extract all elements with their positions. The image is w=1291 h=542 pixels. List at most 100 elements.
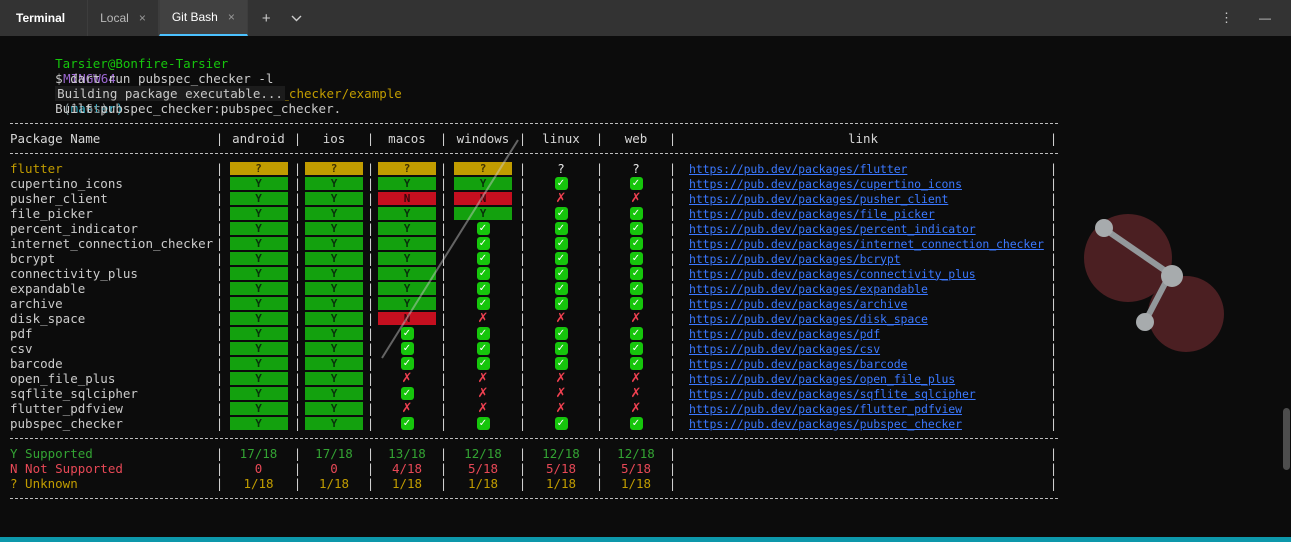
package-link[interactable]: https://pub.dev/packages/connectivity_pl… bbox=[689, 267, 976, 281]
status-yes-icon: Y bbox=[229, 192, 288, 205]
column-divider: | bbox=[668, 236, 677, 251]
table-row: file_picker | Y | Y | Y | Y | ✓ | ✓ | https://pub.dev/… bbox=[10, 206, 1070, 221]
close-icon[interactable]: × bbox=[228, 11, 235, 23]
cross-icon: ✗ bbox=[477, 386, 489, 401]
table-row: flutter_pdfview | Y | Y | ✗ | ✗ | ✗ | ✗ | https://pub.… bbox=[10, 401, 1070, 416]
status-cell: ✓ bbox=[604, 357, 668, 370]
column-divider: | bbox=[439, 356, 448, 371]
package-link[interactable]: https://pub.dev/packages/flutter_pdfview bbox=[689, 402, 962, 416]
status-cell: Y bbox=[302, 402, 366, 415]
cross-icon: ✗ bbox=[630, 191, 642, 206]
column-divider: | bbox=[293, 446, 302, 461]
package-link[interactable]: https://pub.dev/packages/barcode bbox=[689, 357, 907, 371]
summary-value: 17/18 bbox=[239, 446, 278, 461]
column-divider: | bbox=[595, 176, 604, 191]
summary-label: ? Unknown bbox=[10, 476, 78, 491]
status-yes-icon: Y bbox=[305, 267, 363, 280]
package-link[interactable]: https://pub.dev/packages/sqflite_sqlciph… bbox=[689, 387, 976, 401]
package-link[interactable]: https://pub.dev/packages/pubspec_checker bbox=[689, 417, 962, 431]
table-border bbox=[10, 153, 1058, 154]
table-border bbox=[10, 438, 1058, 439]
cross-icon: ✗ bbox=[477, 401, 489, 416]
package-link[interactable]: https://pub.dev/packages/csv bbox=[689, 342, 880, 356]
column-divider: | bbox=[439, 386, 448, 401]
column-divider: | bbox=[439, 401, 448, 416]
check-icon: ✓ bbox=[476, 357, 490, 370]
column-divider: | bbox=[668, 221, 677, 236]
status-cell: Y bbox=[224, 327, 293, 340]
package-link[interactable]: https://pub.dev/packages/percent_indicat… bbox=[689, 222, 976, 236]
link-cell: https://pub.dev/packages/archive bbox=[677, 296, 1049, 312]
check-icon: ✓ bbox=[554, 342, 568, 355]
column-divider: | bbox=[215, 281, 224, 296]
tab-bar: Terminal Local × Git Bash × + ⋮ — bbox=[0, 0, 1291, 36]
new-tab-button[interactable]: + bbox=[248, 10, 281, 27]
package-link[interactable]: https://pub.dev/packages/cupertino_icons bbox=[689, 177, 962, 191]
status-cell: ✗ bbox=[604, 372, 668, 385]
status-cell: Y bbox=[302, 357, 366, 370]
bottom-accent-strip bbox=[0, 537, 1291, 542]
column-divider: | bbox=[366, 176, 375, 191]
tab-git-bash[interactable]: Git Bash × bbox=[158, 0, 248, 36]
status-cell: Y bbox=[224, 357, 293, 370]
note-line: ? unknown packages, you need to check it… bbox=[10, 521, 1291, 537]
status-yes-icon: Y bbox=[229, 312, 288, 325]
status-cell: ✓ bbox=[448, 222, 518, 235]
status-yes-icon: Y bbox=[305, 237, 363, 250]
column-divider: | bbox=[439, 296, 448, 311]
column-divider: | bbox=[518, 266, 527, 281]
status-cell: ✓ bbox=[375, 357, 439, 370]
column-divider: | bbox=[293, 371, 302, 386]
status-cell: ✗ bbox=[604, 192, 668, 205]
column-divider: | bbox=[366, 401, 375, 416]
terminal-screen: Tarsier@Bonfire-Tarsier MINGW64 /d/Bonfi… bbox=[0, 36, 1291, 537]
package-name: internet_connection_checker bbox=[10, 236, 214, 251]
package-link[interactable]: https://pub.dev/packages/internet_connec… bbox=[689, 237, 1044, 251]
table-row: open_file_plus | Y | Y | ✗ | ✗ | ✗ | ✗ | https://pub.d… bbox=[10, 371, 1070, 386]
package-name: file_picker bbox=[10, 206, 93, 221]
tab-label: Local bbox=[100, 11, 129, 25]
scrollbar-thumb[interactable] bbox=[1283, 408, 1290, 470]
column-divider: | bbox=[595, 281, 604, 296]
column-divider: | bbox=[215, 236, 224, 251]
status-unknown-icon: ? bbox=[305, 162, 363, 175]
package-link[interactable]: https://pub.dev/packages/file_picker bbox=[689, 207, 935, 221]
status-cell: Y bbox=[448, 207, 518, 220]
status-cell: ✗ bbox=[527, 372, 595, 385]
prompt-user-host: Tarsier@Bonfire-Tarsier bbox=[55, 56, 229, 71]
column-divider: | bbox=[1049, 476, 1058, 491]
package-link[interactable]: https://pub.dev/packages/bcrypt bbox=[689, 252, 901, 266]
column-divider: | bbox=[668, 206, 677, 221]
status-cell: ? bbox=[302, 162, 366, 175]
column-divider: | bbox=[366, 326, 375, 341]
chevron-down-icon[interactable] bbox=[281, 15, 312, 22]
status-cell: ✓ bbox=[604, 267, 668, 280]
status-cell: ✓ bbox=[448, 237, 518, 250]
status-cell: ✓ bbox=[527, 237, 595, 250]
close-icon[interactable]: × bbox=[139, 12, 146, 24]
package-link[interactable]: https://pub.dev/packages/flutter bbox=[689, 162, 907, 176]
tab-local[interactable]: Local × bbox=[87, 0, 159, 36]
package-link[interactable]: https://pub.dev/packages/pdf bbox=[689, 327, 880, 341]
package-name: cupertino_icons bbox=[10, 176, 123, 191]
column-divider: | bbox=[293, 401, 302, 416]
link-cell: https://pub.dev/packages/disk_space bbox=[677, 311, 1049, 327]
column-divider: | bbox=[668, 191, 677, 206]
check-icon: ✓ bbox=[554, 252, 568, 265]
package-link[interactable]: https://pub.dev/packages/open_file_plus bbox=[689, 372, 955, 386]
menu-icon[interactable]: ⋮ bbox=[1207, 10, 1246, 26]
package-link[interactable]: https://pub.dev/packages/pusher_client bbox=[689, 192, 948, 206]
status-cell: Y bbox=[224, 222, 293, 235]
check-icon: ✓ bbox=[476, 327, 490, 340]
column-divider: | bbox=[439, 341, 448, 356]
minimize-icon[interactable]: — bbox=[1246, 11, 1291, 25]
package-link[interactable]: https://pub.dev/packages/disk_space bbox=[689, 312, 928, 326]
package-link[interactable]: https://pub.dev/packages/expandable bbox=[689, 282, 928, 296]
status-cell: Y bbox=[375, 252, 439, 265]
status-cell: Y bbox=[302, 372, 366, 385]
status-cell: ✓ bbox=[527, 267, 595, 280]
summary-value: 12/18 bbox=[542, 446, 580, 461]
package-link[interactable]: https://pub.dev/packages/archive bbox=[689, 297, 907, 311]
column-divider: | bbox=[366, 341, 375, 356]
status-cell: ? bbox=[527, 161, 595, 176]
